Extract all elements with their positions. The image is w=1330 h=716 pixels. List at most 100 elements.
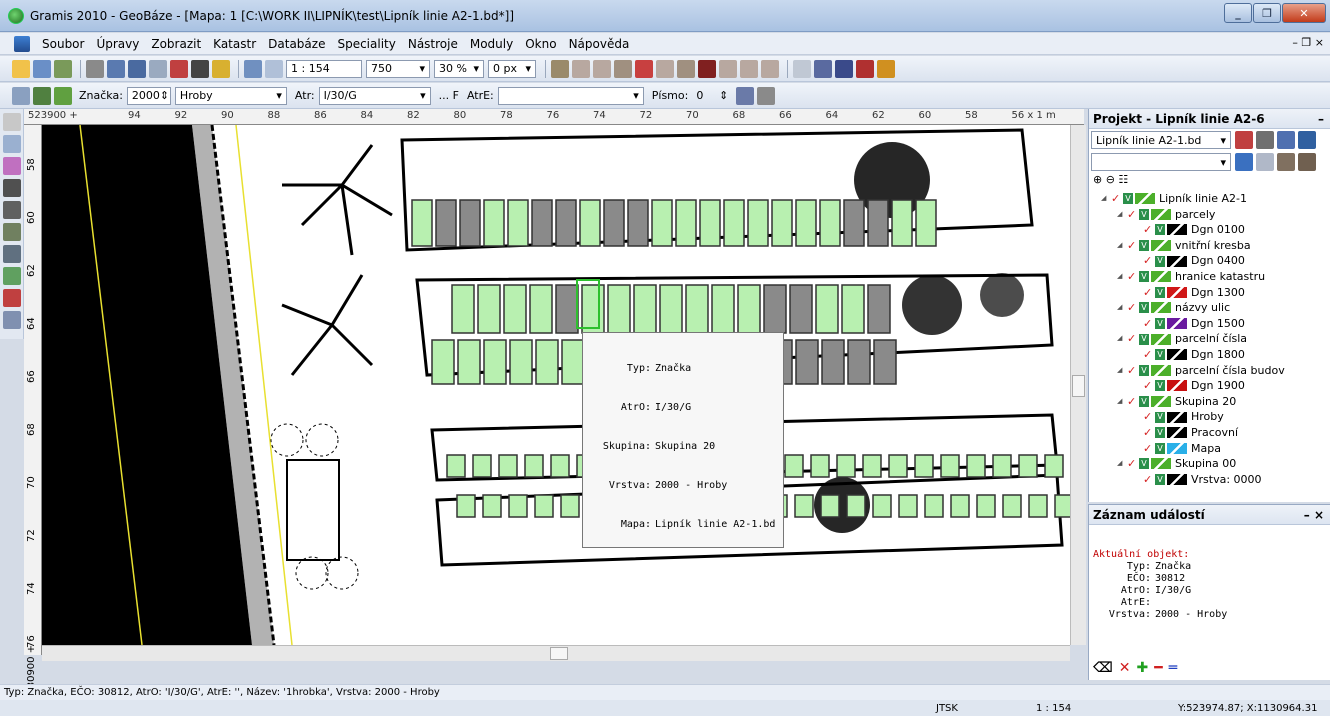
grave-plot[interactable]: [555, 284, 579, 334]
grave-plot[interactable]: [1018, 454, 1038, 478]
hscroll-thumb[interactable]: [550, 647, 568, 660]
tool-a-icon[interactable]: [551, 59, 569, 78]
grave-plot[interactable]: [482, 494, 502, 518]
visibility-check-icon[interactable]: ✓: [1143, 425, 1153, 441]
remove-map-icon[interactable]: [1235, 131, 1253, 149]
layer-tree-item[interactable]: ✓ V Dgn 0100: [1093, 222, 1330, 238]
visibility-check-icon[interactable]: ✓: [1127, 207, 1137, 223]
pointer-icon[interactable]: [3, 135, 21, 153]
grave-plot[interactable]: [891, 199, 913, 247]
save-icon[interactable]: [33, 59, 51, 78]
map-horizontal-scrollbar[interactable]: [42, 645, 1070, 661]
menu-katastr[interactable]: Katastr: [207, 37, 262, 51]
export-icon[interactable]: [149, 59, 167, 78]
grave-plot[interactable]: [771, 199, 793, 247]
visibility-check-icon[interactable]: ✓: [1143, 285, 1153, 301]
tree-expand-controls[interactable]: ⊕ ⊖ ☷: [1089, 173, 1330, 191]
grave-plot[interactable]: [524, 454, 544, 478]
grave-plot[interactable]: [451, 284, 475, 334]
menu-soubor[interactable]: Soubor: [36, 37, 90, 51]
menu-nastroje[interactable]: Nástroje: [402, 37, 464, 51]
layer-tree-item[interactable]: ✓ V Hroby: [1093, 409, 1330, 425]
print-setup-icon[interactable]: [128, 59, 146, 78]
layer-tree-item[interactable]: ◢ ✓ Vparcelní čísla: [1093, 331, 1330, 347]
grave-plot[interactable]: [898, 494, 918, 518]
panel-pin-icon[interactable]: –: [1318, 112, 1324, 126]
menu-okno[interactable]: Okno: [519, 37, 562, 51]
grave-plot[interactable]: [747, 199, 769, 247]
px-select[interactable]: 0 px ▾: [488, 59, 536, 78]
zoom-extent-icon[interactable]: [265, 59, 283, 78]
find-icon[interactable]: [191, 59, 209, 78]
grave-plot[interactable]: [950, 494, 970, 518]
layer-v-badge[interactable]: V: [1155, 286, 1165, 298]
menu-moduly[interactable]: Moduly: [464, 37, 519, 51]
layer-v-badge[interactable]: V: [1155, 255, 1165, 267]
tool-icon[interactable]: [54, 59, 72, 78]
layer-v-badge[interactable]: V: [1123, 193, 1133, 205]
expand-arrow-icon[interactable]: ◢: [1117, 394, 1127, 410]
layer-v-badge[interactable]: V: [1155, 411, 1165, 423]
grave-plot[interactable]: [477, 284, 501, 334]
grave-plot[interactable]: [456, 494, 476, 518]
tool-b-icon[interactable]: [572, 59, 590, 78]
layer-tree-item[interactable]: ◢ ✓ Vhranice katastru: [1093, 269, 1330, 285]
minimize-button[interactable]: _: [1224, 3, 1252, 23]
delete-view-icon[interactable]: [1256, 153, 1274, 171]
grave-plot[interactable]: [795, 339, 819, 385]
settings-icon[interactable]: [1256, 131, 1274, 149]
zoom-select[interactable]: 30 % ▾: [434, 59, 484, 78]
grave-plot[interactable]: [581, 284, 605, 334]
grave-plot[interactable]: [508, 494, 528, 518]
grave-plot[interactable]: [836, 454, 856, 478]
grave-plot[interactable]: [651, 199, 673, 247]
grave-plot[interactable]: [531, 199, 553, 247]
save-view-icon[interactable]: [1235, 153, 1253, 171]
grave-plot[interactable]: [529, 284, 553, 334]
expand-arrow-icon[interactable]: ◢: [1117, 207, 1127, 223]
grave-plot[interactable]: [483, 339, 507, 385]
grave-plot[interactable]: [550, 454, 570, 478]
grave-plot[interactable]: [737, 284, 761, 334]
tool-m-icon[interactable]: [814, 59, 832, 78]
grave-plot[interactable]: [457, 339, 481, 385]
tool-g-icon[interactable]: [677, 59, 695, 78]
layer-v-badge[interactable]: V: [1155, 442, 1165, 454]
layer-tree-item[interactable]: ✓ V Vrstva: 0000: [1093, 472, 1330, 488]
visibility-check-icon[interactable]: ✓: [1127, 300, 1137, 316]
layer-v-badge[interactable]: V: [1155, 224, 1165, 236]
f-button[interactable]: ... F: [439, 89, 459, 102]
expand-arrow-icon[interactable]: ◢: [1117, 363, 1127, 379]
print-icon[interactable]: [86, 59, 104, 78]
expand-arrow-icon[interactable]: ◢: [1117, 269, 1127, 285]
tool-d-icon[interactable]: [614, 59, 632, 78]
layer-v-badge[interactable]: V: [1139, 271, 1149, 283]
layer-tree-item[interactable]: ✓ V Mapa: [1093, 441, 1330, 457]
visibility-check-icon[interactable]: ✓: [1127, 394, 1137, 410]
layer-v-badge[interactable]: V: [1139, 396, 1149, 408]
grave-plot[interactable]: [560, 494, 580, 518]
visibility-check-icon[interactable]: ✓: [1143, 378, 1153, 394]
grave-plot[interactable]: [535, 339, 559, 385]
grave-plot[interactable]: [534, 494, 554, 518]
layer-tree-item[interactable]: ✓ V Dgn 1500: [1093, 316, 1330, 332]
select-mode-icon[interactable]: [12, 86, 30, 105]
layer-v-badge[interactable]: V: [1139, 208, 1149, 220]
layer-tree-item[interactable]: ◢ ✓ Vparcely: [1093, 207, 1330, 223]
visibility-check-icon[interactable]: ✓: [1143, 222, 1153, 238]
grave-plot[interactable]: [685, 284, 709, 334]
layer-v-badge[interactable]: V: [1139, 240, 1149, 252]
expand-arrow-icon[interactable]: ◢: [1117, 331, 1127, 347]
grave-plot[interactable]: [862, 454, 882, 478]
mdi-window-controls[interactable]: – ❐ ×: [1292, 36, 1324, 49]
layer-tree-item[interactable]: ◢ ✓ Vparcelní čísla budov: [1093, 363, 1330, 379]
layer-v-badge[interactable]: V: [1155, 473, 1165, 485]
properties-icon[interactable]: [757, 86, 776, 105]
document-icon[interactable]: [14, 35, 30, 52]
grave-plot[interactable]: [627, 199, 649, 247]
grave-plot[interactable]: [815, 284, 839, 334]
tool-c-icon[interactable]: [593, 59, 611, 78]
add-icon[interactable]: ✚: [1137, 660, 1149, 676]
layer-v-badge[interactable]: V: [1155, 349, 1165, 361]
grave-plot[interactable]: [498, 454, 518, 478]
